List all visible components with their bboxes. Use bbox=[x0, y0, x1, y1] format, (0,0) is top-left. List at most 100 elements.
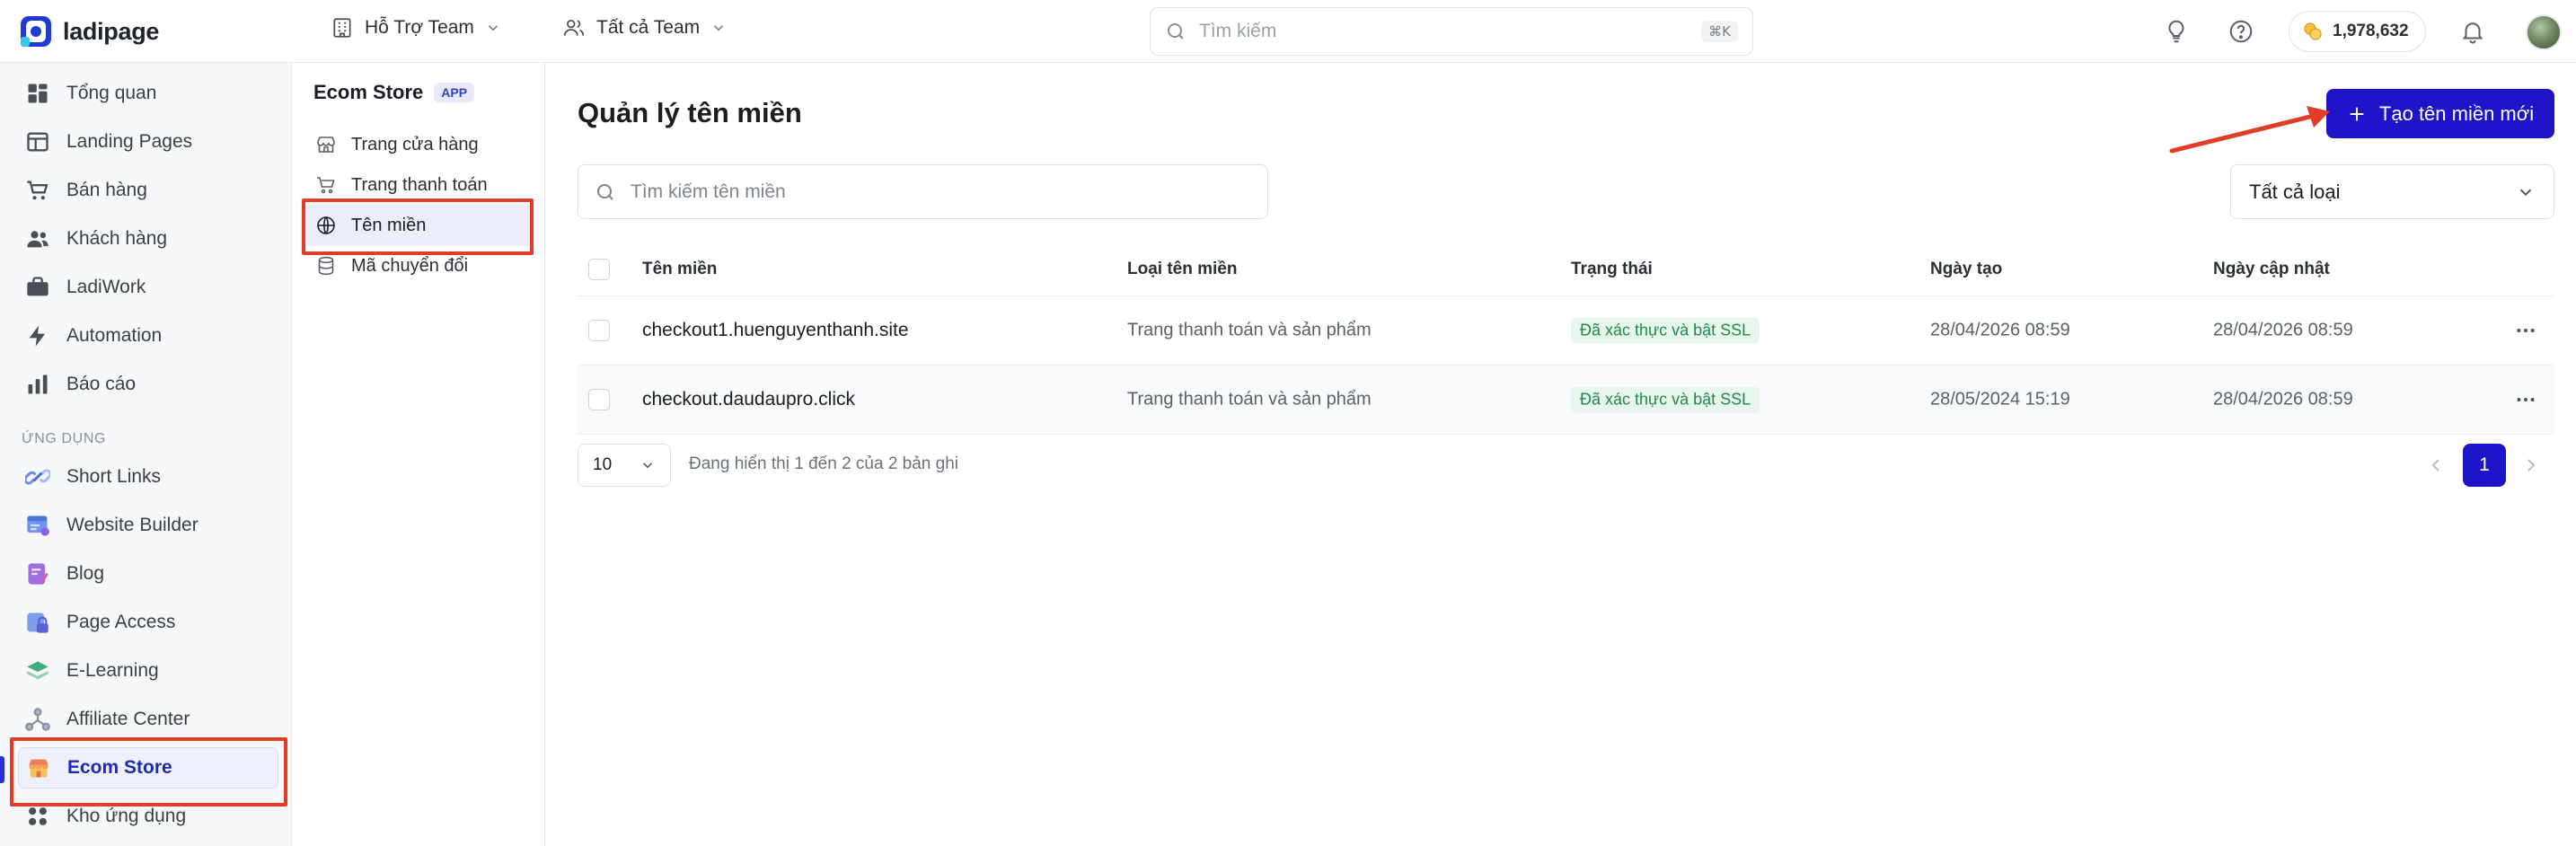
sidebar-item-label: LadiWork bbox=[66, 277, 146, 297]
sidebar: Tổng quan Landing Pages Bán hàng Khách h… bbox=[0, 63, 292, 846]
sidebar-item-label: Tổng quan bbox=[66, 83, 157, 103]
create-domain-label: Tạo tên miền mới bbox=[2378, 101, 2535, 125]
domain-type: Trang thanh toán và sản phẩm bbox=[1127, 389, 1372, 410]
sidebar-item-bao-cao[interactable]: Báo cáo bbox=[18, 364, 278, 405]
sidebar-item-label: Landing Pages bbox=[66, 131, 193, 152]
sidebar-item-ladiwork[interactable]: LadiWork bbox=[18, 267, 278, 308]
network-icon bbox=[25, 708, 50, 731]
globe-icon bbox=[317, 216, 335, 234]
top-bar: ladipage Hỗ Trợ Team Tất cả Team ⌘K 1,97… bbox=[0, 0, 2576, 63]
table-row[interactable]: checkout.daudaupro.click Trang thanh toá… bbox=[578, 366, 2554, 435]
sub-item-label: Tên miền bbox=[351, 215, 427, 235]
column-header-updated[interactable]: Ngày cập nhật bbox=[2213, 260, 2330, 279]
plus-icon bbox=[2350, 107, 2364, 120]
sidebar-item-automation[interactable]: Automation bbox=[18, 315, 278, 357]
sidebar-item-label: Bán hàng bbox=[66, 180, 147, 200]
users-icon bbox=[27, 231, 49, 248]
avatar[interactable] bbox=[2526, 14, 2562, 50]
logo[interactable]: ladipage bbox=[18, 13, 159, 49]
sidebar-item-short-links[interactable]: Short Links bbox=[18, 456, 278, 498]
logo-text: ladipage bbox=[63, 17, 160, 45]
create-domain-button[interactable]: Tạo tên miền mới bbox=[2326, 89, 2554, 138]
sidebar-item-landing-pages[interactable]: Landing Pages bbox=[18, 121, 278, 163]
sub-item-trang-cua-hang[interactable]: Trang cửa hàng bbox=[304, 124, 533, 165]
domain-search[interactable] bbox=[578, 164, 1268, 219]
sub-sidebar-header: Ecom Store APP bbox=[313, 81, 475, 104]
credit-balance[interactable]: 1,978,632 bbox=[2289, 11, 2426, 52]
sidebar-item-ecom-store[interactable]: Ecom Store bbox=[18, 747, 278, 789]
sub-item-trang-thanh-toan[interactable]: Trang thanh toán bbox=[304, 164, 533, 206]
cart-icon bbox=[27, 181, 49, 200]
domain-search-input[interactable] bbox=[631, 181, 1251, 203]
team-selector[interactable]: Hỗ Trợ Team bbox=[331, 16, 501, 40]
sidebar-item-label: Website Builder bbox=[66, 515, 198, 535]
search-icon bbox=[1168, 23, 1184, 40]
created-date: 28/05/2024 15:19 bbox=[1930, 389, 2070, 410]
domain-type-filter[interactable]: Tất cả loại bbox=[2230, 164, 2554, 219]
sidebar-item-affiliate-center[interactable]: Affiliate Center bbox=[18, 699, 278, 740]
page-size-value: 10 bbox=[593, 455, 613, 474]
sidebar-item-e-learning[interactable]: E-Learning bbox=[18, 650, 278, 692]
page-size-select[interactable]: 10 bbox=[578, 444, 671, 487]
sidebar-item-label: Kho ứng dụng bbox=[66, 806, 187, 826]
table-row[interactable]: checkout1.huenguyenthanh.site Trang than… bbox=[578, 296, 2554, 366]
sub-item-ten-mien[interactable]: Tên miền bbox=[304, 205, 533, 246]
page-title: Quản lý tên miền bbox=[578, 97, 802, 128]
team-selector-label: Hỗ Trợ Team bbox=[365, 17, 474, 38]
sub-item-label: Trang thanh toán bbox=[351, 174, 488, 195]
chevron-down-icon bbox=[488, 25, 498, 31]
active-indicator bbox=[0, 756, 4, 783]
column-header-created[interactable]: Ngày tạo bbox=[1930, 260, 2002, 279]
chevron-left-icon[interactable] bbox=[2425, 454, 2447, 476]
created-date: 28/04/2026 08:59 bbox=[1930, 320, 2070, 340]
help-icon[interactable] bbox=[2228, 18, 2254, 45]
app-badge: APP bbox=[434, 83, 475, 102]
row-checkbox[interactable] bbox=[588, 320, 610, 341]
sidebar-item-kho-ung-dung[interactable]: Kho ứng dụng bbox=[18, 796, 278, 837]
bell-icon[interactable] bbox=[2459, 18, 2486, 45]
more-options-icon[interactable] bbox=[2514, 388, 2537, 411]
sidebar-item-tong-quan[interactable]: Tổng quan bbox=[18, 73, 278, 114]
sub-item-ma-chuyen-doi[interactable]: Mã chuyển đổi bbox=[304, 245, 533, 286]
lightbulb-icon[interactable] bbox=[2163, 18, 2190, 45]
bar-chart-icon bbox=[28, 375, 48, 394]
sidebar-item-label: Báo cáo bbox=[66, 374, 137, 394]
credit-amount: 1,978,632 bbox=[2333, 22, 2409, 40]
book-icon bbox=[27, 661, 49, 680]
sidebar-item-page-access[interactable]: Page Access bbox=[18, 602, 278, 643]
sub-sidebar: Ecom Store APP Trang cửa hàng Trang than… bbox=[292, 63, 545, 846]
select-all-checkbox[interactable] bbox=[588, 258, 610, 280]
team-filter-label: Tất cả Team bbox=[596, 17, 701, 38]
column-header-type[interactable]: Loại tên miền bbox=[1127, 260, 1237, 279]
status-badge: Đã xác thực và bật SSL bbox=[1571, 386, 1760, 413]
domain-name[interactable]: checkout.daudaupro.click bbox=[642, 389, 855, 410]
lightning-icon bbox=[29, 325, 46, 347]
search-icon bbox=[597, 183, 613, 200]
column-header-status[interactable]: Trạng thái bbox=[1571, 260, 1653, 279]
more-options-icon[interactable] bbox=[2514, 319, 2537, 342]
page-button-current[interactable]: 1 bbox=[2463, 444, 2506, 487]
chevron-down-icon bbox=[2519, 189, 2532, 196]
chevron-down-icon bbox=[714, 25, 724, 31]
link-icon bbox=[25, 469, 50, 485]
global-search[interactable]: ⌘K bbox=[1150, 7, 1753, 56]
sidebar-item-blog[interactable]: Blog bbox=[18, 553, 278, 595]
global-search-input[interactable] bbox=[1199, 21, 1689, 42]
chevron-right-icon[interactable] bbox=[2520, 454, 2542, 476]
sidebar-item-ban-hang[interactable]: Bán hàng bbox=[18, 170, 278, 211]
layout-icon bbox=[27, 132, 49, 152]
sidebar-item-label: Short Links bbox=[66, 466, 162, 487]
sub-item-label: Trang cửa hàng bbox=[351, 134, 479, 154]
sidebar-item-khach-hang[interactable]: Khách hàng bbox=[18, 218, 278, 260]
search-shortcut: ⌘K bbox=[1701, 21, 1738, 42]
sidebar-item-label: Automation bbox=[66, 325, 163, 346]
team-filter-selector[interactable]: Tất cả Team bbox=[562, 16, 727, 40]
chevron-down-icon bbox=[642, 463, 653, 469]
sidebar-item-website-builder[interactable]: Website Builder bbox=[18, 505, 278, 546]
ladipage-logo-icon bbox=[21, 16, 51, 47]
column-header-domain[interactable]: Tên miền bbox=[642, 260, 717, 279]
sub-sidebar-title: Ecom Store bbox=[313, 81, 424, 103]
row-checkbox[interactable] bbox=[588, 389, 610, 410]
domain-name[interactable]: checkout1.huenguyenthanh.site bbox=[642, 320, 909, 341]
website-icon bbox=[27, 516, 49, 536]
